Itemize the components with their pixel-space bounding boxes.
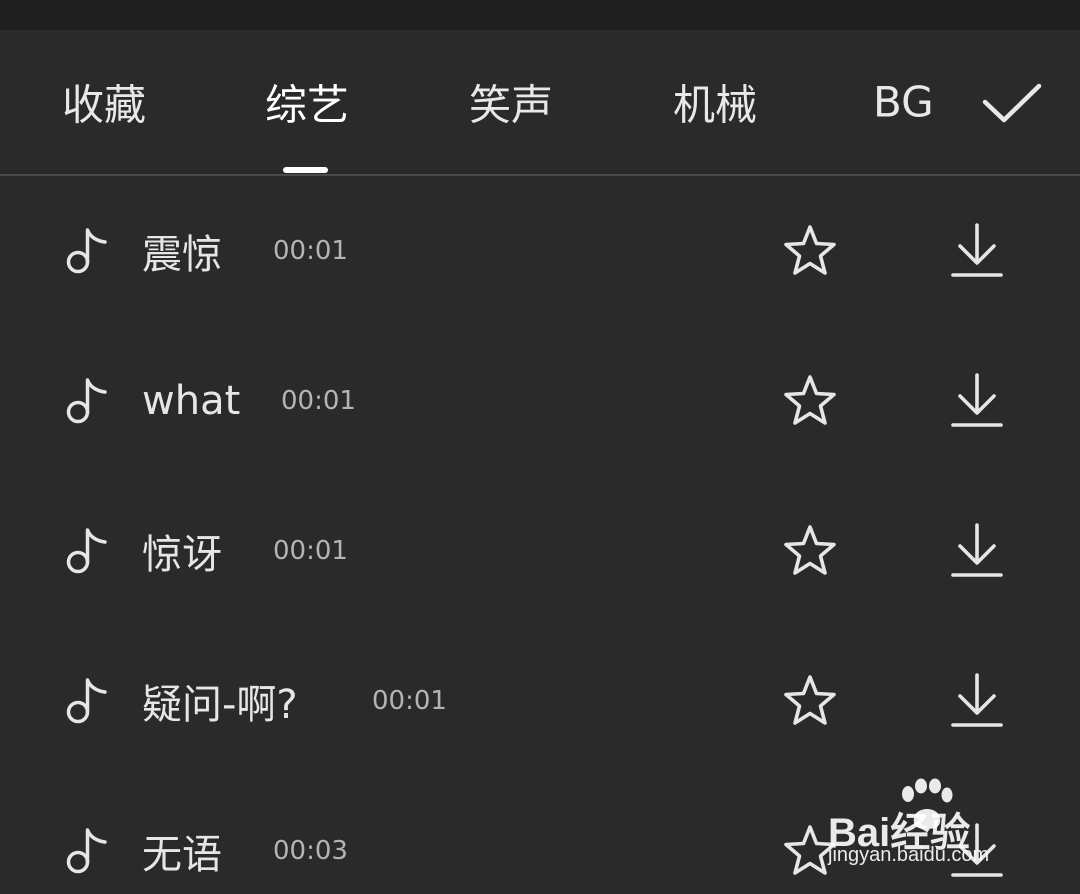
sound-duration: 00:01: [273, 236, 348, 266]
tab-bgm[interactable]: BGM: [873, 78, 935, 127]
star-icon[interactable]: [782, 524, 838, 578]
download-icon[interactable]: [950, 522, 1004, 580]
tab-laughter[interactable]: 笑声: [469, 72, 553, 133]
sound-duration: 00:01: [273, 536, 348, 566]
sound-title: 震惊: [142, 232, 222, 278]
music-note-icon: [66, 678, 107, 724]
status-bar-strip: [0, 0, 1080, 30]
sound-title: 无语: [142, 832, 222, 878]
music-note-icon: [66, 228, 107, 274]
music-note-icon: [66, 528, 107, 574]
sound-row[interactable]: what 00:01: [0, 326, 1080, 476]
sound-row[interactable]: 疑问-啊? 00:01: [0, 626, 1080, 776]
tab-variety[interactable]: 综艺: [265, 72, 349, 133]
star-icon[interactable]: [782, 224, 838, 278]
check-icon[interactable]: [980, 80, 1044, 126]
watermark-url: jingyan.baidu.com: [828, 844, 990, 866]
music-note-icon: [66, 828, 107, 874]
sound-title: 疑问-啊?: [142, 682, 298, 728]
music-note-icon: [66, 378, 107, 424]
tab-favorites[interactable]: 收藏: [62, 72, 146, 133]
sound-row[interactable]: 震惊 00:01: [0, 176, 1080, 326]
download-icon[interactable]: [950, 672, 1004, 730]
sound-duration: 00:03: [273, 836, 348, 866]
sound-duration: 00:01: [281, 386, 356, 416]
sound-title: 惊讶: [142, 532, 222, 578]
sound-row[interactable]: 惊讶 00:01: [0, 476, 1080, 626]
download-icon[interactable]: [950, 372, 1004, 430]
download-icon[interactable]: [950, 222, 1004, 280]
star-icon[interactable]: [782, 674, 838, 728]
sound-title: what: [142, 378, 241, 424]
active-tab-indicator: [283, 167, 328, 173]
star-icon[interactable]: [782, 374, 838, 428]
tab-mechanical[interactable]: 机械: [673, 72, 757, 133]
sound-duration: 00:01: [372, 686, 447, 716]
category-tab-bar: 收藏 综艺 笑声 机械 BGM: [0, 30, 1080, 175]
baidu-jingyan-watermark: Bai经验 jingyan.baidu.com: [828, 778, 1058, 874]
